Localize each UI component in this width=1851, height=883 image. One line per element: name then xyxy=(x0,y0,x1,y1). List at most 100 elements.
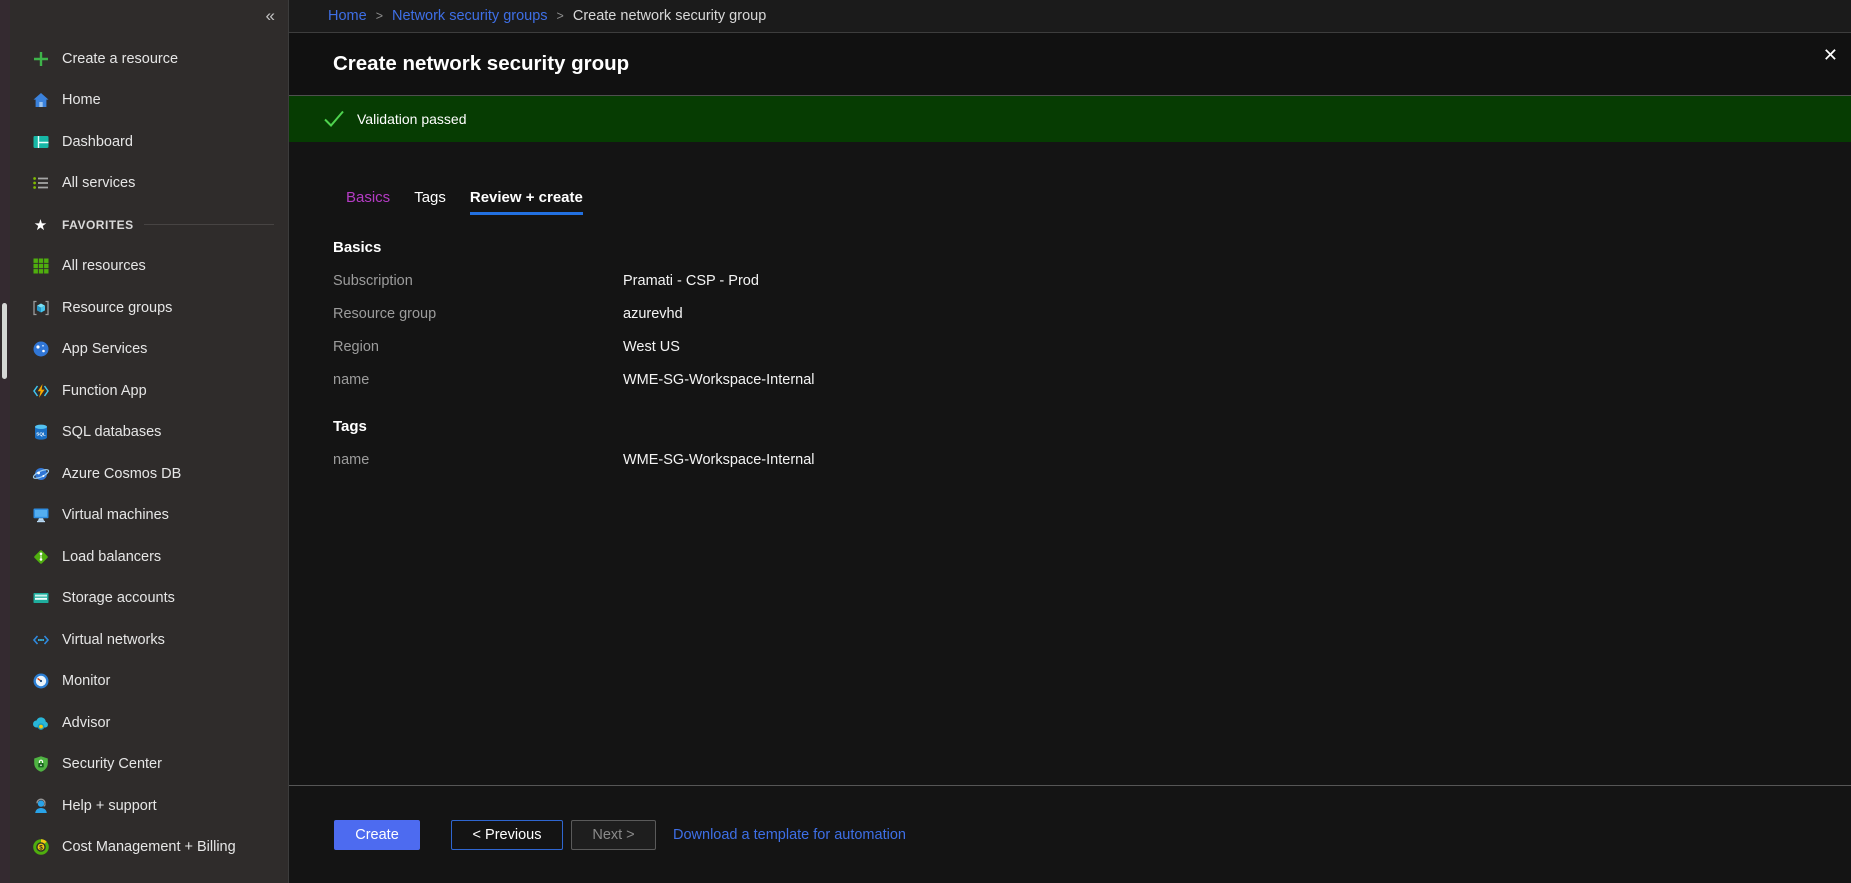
sidebar-item-label: Home xyxy=(62,92,101,108)
review-row-region: Region West US xyxy=(333,330,1851,363)
gauge-icon xyxy=(31,672,50,691)
basics-section-heading: Basics xyxy=(333,239,1851,256)
sidebar-item-load-balancers[interactable]: Load balancers xyxy=(10,536,288,578)
breadcrumb-home-link[interactable]: Home xyxy=(328,8,367,24)
sidebar-item-label: Monitor xyxy=(62,673,110,689)
shield-lock-icon xyxy=(31,755,50,774)
sidebar-item-dashboard[interactable]: Dashboard xyxy=(10,121,288,163)
sidebar-item-advisor[interactable]: Advisor xyxy=(10,702,288,744)
list-icon xyxy=(31,174,50,193)
sidebar-item-label: All services xyxy=(62,175,135,191)
sidebar-item-label: App Services xyxy=(62,341,147,357)
row-label: name xyxy=(333,452,623,468)
sidebar-item-label: SQL databases xyxy=(62,424,161,440)
review-content: Basics Tags Review + create Basics Subsc… xyxy=(289,143,1851,785)
download-template-link[interactable]: Download a template for automation xyxy=(673,827,906,843)
sidebar-item-function-app[interactable]: Function App xyxy=(10,370,288,412)
donut-dollar-icon: $ xyxy=(31,838,50,857)
row-value: WME-SG-Workspace-Internal xyxy=(623,452,815,468)
scrollbar-thumb[interactable] xyxy=(2,303,7,379)
svg-text:SQL: SQL xyxy=(36,432,46,437)
review-row-name: name WME-SG-Workspace-Internal xyxy=(333,363,1851,396)
sidebar-item-label: Load balancers xyxy=(62,549,161,565)
sidebar-item-all-services[interactable]: All services xyxy=(10,163,288,205)
sidebar-item-all-resources[interactable]: All resources xyxy=(10,246,288,288)
row-label: Region xyxy=(333,339,623,355)
row-value: azurevhd xyxy=(623,306,683,322)
sidebar-item-label: Virtual networks xyxy=(62,632,165,648)
storage-box-icon xyxy=(31,589,50,608)
sidebar-item-label: Help + support xyxy=(62,798,157,814)
sidebar-item-label: Create a resource xyxy=(62,51,178,67)
row-value: Pramati - CSP - Prod xyxy=(623,273,759,289)
sidebar-item-resource-groups[interactable]: Resource groups xyxy=(10,287,288,329)
breadcrumb-separator: > xyxy=(376,9,383,23)
review-row-subscription: Subscription Pramati - CSP - Prod xyxy=(333,264,1851,297)
dashboard-icon xyxy=(31,132,50,151)
person-headset-icon xyxy=(31,796,50,815)
collapse-sidebar-icon[interactable]: « xyxy=(266,6,275,26)
sidebar-item-storage-accounts[interactable]: Storage accounts xyxy=(10,578,288,620)
code-brackets-icon xyxy=(31,630,50,649)
review-row-resource-group: Resource group azurevhd xyxy=(333,297,1851,330)
sidebar-item-cost-management[interactable]: $ Cost Management + Billing xyxy=(10,827,288,869)
sidebar: « Create a resource Home Dashboard All s… xyxy=(10,0,288,883)
sidebar-item-help-support[interactable]: Help + support xyxy=(10,785,288,827)
sidebar-item-home[interactable]: Home xyxy=(10,80,288,122)
azure-portal-window: « Create a resource Home Dashboard All s… xyxy=(0,0,1851,883)
left-rail xyxy=(0,0,10,883)
sidebar-item-label: Virtual machines xyxy=(62,507,169,523)
star-icon: ★ xyxy=(31,215,50,234)
sidebar-item-virtual-machines[interactable]: Virtual machines xyxy=(10,495,288,537)
row-value: WME-SG-Workspace-Internal xyxy=(623,372,815,388)
sidebar-item-label: Dashboard xyxy=(62,134,133,150)
sidebar-favorites-header: ★ FAVORITES xyxy=(10,204,288,246)
sidebar-item-label: Function App xyxy=(62,383,147,399)
tab-bar: Basics Tags Review + create xyxy=(289,143,1851,215)
lightning-icon xyxy=(31,381,50,400)
tab-basics[interactable]: Basics xyxy=(346,189,390,215)
tab-review-create[interactable]: Review + create xyxy=(470,189,583,215)
breadcrumb-separator: > xyxy=(557,9,564,23)
sidebar-item-label: Security Center xyxy=(62,756,162,772)
database-icon: SQL xyxy=(31,423,50,442)
favorites-divider xyxy=(144,224,274,225)
home-icon xyxy=(31,91,50,110)
cloud-gear-icon xyxy=(31,713,50,732)
sidebar-item-sql-databases[interactable]: SQL SQL databases xyxy=(10,412,288,454)
row-label: Subscription xyxy=(333,273,623,289)
diamond-icon xyxy=(31,547,50,566)
breadcrumb: Home > Network security groups > Create … xyxy=(289,0,1851,33)
sidebar-item-monitor[interactable]: Monitor xyxy=(10,661,288,703)
svg-text:$: $ xyxy=(39,845,43,852)
close-icon[interactable]: ✕ xyxy=(1823,46,1838,64)
breadcrumb-current-page: Create network security group xyxy=(573,8,766,24)
previous-button[interactable]: < Previous xyxy=(451,820,563,850)
sidebar-item-create-a-resource[interactable]: Create a resource xyxy=(10,38,288,80)
create-button[interactable]: Create xyxy=(334,820,420,850)
main-panel: Home > Network security groups > Create … xyxy=(288,0,1851,883)
sidebar-menu: Create a resource Home Dashboard All ser… xyxy=(10,38,288,868)
validation-banner: Validation passed xyxy=(289,95,1851,142)
sidebar-item-label: Azure Cosmos DB xyxy=(62,466,181,482)
globe-ring-icon xyxy=(31,464,50,483)
sidebar-item-azure-cosmos-db[interactable]: Azure Cosmos DB xyxy=(10,453,288,495)
plus-icon xyxy=(31,49,50,68)
favorites-label: FAVORITES xyxy=(62,218,134,232)
sidebar-item-virtual-networks[interactable]: Virtual networks xyxy=(10,619,288,661)
review-row-tag-name: name WME-SG-Workspace-Internal xyxy=(333,443,1851,476)
sidebar-item-label: Cost Management + Billing xyxy=(62,839,236,855)
breadcrumb-network-security-groups-link[interactable]: Network security groups xyxy=(392,8,548,24)
app-services-icon xyxy=(31,340,50,359)
row-label: Resource group xyxy=(333,306,623,322)
validation-message: Validation passed xyxy=(357,111,466,127)
sidebar-item-app-services[interactable]: App Services xyxy=(10,329,288,371)
checkmark-icon xyxy=(323,109,345,129)
sidebar-item-security-center[interactable]: Security Center xyxy=(10,744,288,786)
next-button[interactable]: Next > xyxy=(571,820,656,850)
page-title: Create network security group xyxy=(333,52,629,76)
sidebar-item-label: Resource groups xyxy=(62,300,172,316)
monitor-screen-icon xyxy=(31,506,50,525)
tags-section-heading: Tags xyxy=(333,418,1851,435)
tab-tags[interactable]: Tags xyxy=(414,189,446,215)
